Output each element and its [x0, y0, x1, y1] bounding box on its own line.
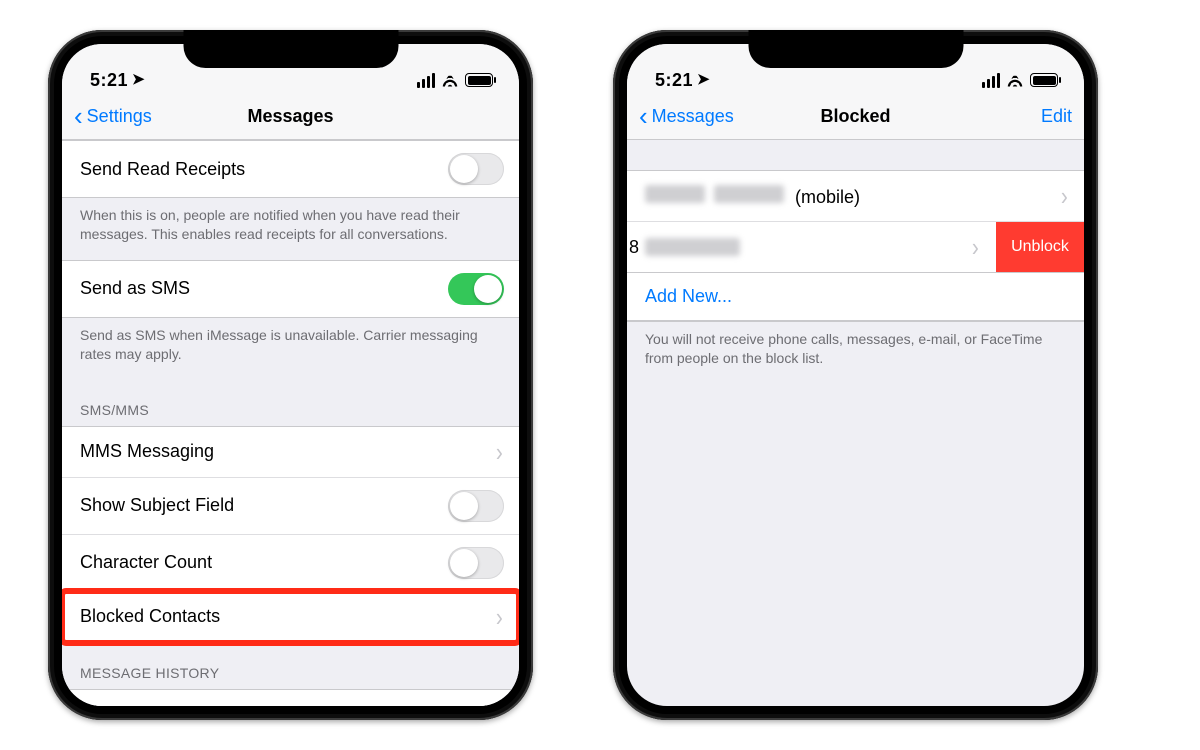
row-label: Show Subject Field	[80, 495, 448, 516]
blocked-footer: You will not receive phone calls, messag…	[627, 321, 1084, 384]
row-blocked-contacts[interactable]: Blocked Contacts ›	[62, 591, 519, 643]
row-show-subject-field[interactable]: Show Subject Field	[62, 477, 519, 534]
back-label: Settings	[87, 106, 152, 127]
row-label: MMS Messaging	[80, 441, 495, 462]
battery-icon	[1030, 73, 1058, 87]
unblock-button[interactable]: Unblock	[996, 222, 1084, 272]
battery-icon	[465, 73, 493, 87]
section-header-history: MESSAGE HISTORY	[62, 643, 519, 689]
row-character-count[interactable]: Character Count	[62, 534, 519, 591]
chevron-right-icon: ›	[496, 439, 503, 465]
redacted	[645, 185, 705, 203]
chevron-right-icon: ›	[972, 234, 979, 260]
row-footer: Send as SMS when iMessage is unavailable…	[62, 317, 519, 380]
notch	[748, 30, 963, 68]
blocked-contact-row-swiped[interactable]: 8 › Unblock	[627, 221, 1084, 273]
chevron-left-icon: ‹	[639, 103, 648, 129]
add-new-label: Add New...	[645, 286, 1069, 307]
row-label: Character Count	[80, 552, 448, 573]
toggle-subject-field[interactable]	[448, 490, 504, 522]
location-icon: ➤	[132, 70, 145, 88]
add-new-row[interactable]: Add New...	[627, 273, 1084, 321]
toggle-send-sms[interactable]	[448, 273, 504, 305]
row-label: Keep Messages	[80, 704, 429, 706]
chevron-right-icon: ›	[1061, 183, 1068, 209]
phone-left: 5:21 ➤ ‹ Settings Messages Send Re	[48, 30, 533, 720]
contact-suffix: (mobile)	[795, 187, 860, 207]
row-keep-messages[interactable]: Keep Messages Forever ›	[62, 689, 519, 706]
status-time-text: 5:21	[90, 70, 128, 91]
edit-button[interactable]: Edit	[1041, 106, 1072, 127]
section-header-sms: SMS/MMS	[62, 380, 519, 426]
cellular-icon	[982, 73, 1000, 88]
nav-bar: ‹ Settings Messages	[62, 94, 519, 140]
redacted	[714, 185, 784, 203]
row-footer: When this is on, people are notified whe…	[62, 197, 519, 260]
redacted	[645, 238, 740, 256]
row-mms-messaging[interactable]: MMS Messaging ›	[62, 426, 519, 477]
toggle-character-count[interactable]	[448, 547, 504, 579]
screen-messages-settings: 5:21 ➤ ‹ Settings Messages Send Re	[62, 44, 519, 706]
back-label: Messages	[652, 106, 734, 127]
chevron-right-icon: ›	[496, 604, 503, 630]
blocked-contact-name: 8	[627, 237, 971, 258]
status-time: 5:21 ➤	[655, 70, 710, 91]
row-send-read-receipts[interactable]: Send Read Receipts	[62, 140, 519, 197]
status-time: 5:21 ➤	[90, 70, 145, 91]
notch	[183, 30, 398, 68]
back-button[interactable]: ‹ Messages	[639, 104, 734, 130]
chevron-left-icon: ‹	[74, 103, 83, 129]
row-label: Send as SMS	[80, 278, 448, 299]
leading-digit: 8	[629, 237, 639, 258]
blocked-contact-row[interactable]: (mobile) ›	[627, 170, 1084, 221]
wifi-icon	[1006, 74, 1024, 87]
toggle-read-receipts[interactable]	[448, 153, 504, 185]
nav-bar: ‹ Messages Blocked Edit	[627, 94, 1084, 140]
blocked-contact-name: (mobile)	[645, 185, 1060, 208]
status-time-text: 5:21	[655, 70, 693, 91]
cellular-icon	[417, 73, 435, 88]
row-label: Send Read Receipts	[80, 159, 448, 180]
chevron-right-icon: ›	[496, 702, 503, 706]
phone-right: 5:21 ➤ ‹ Messages Blocked Edit	[613, 30, 1098, 720]
row-send-as-sms[interactable]: Send as SMS	[62, 260, 519, 317]
wifi-icon	[441, 74, 459, 87]
row-label: Blocked Contacts	[80, 606, 495, 627]
back-button[interactable]: ‹ Settings	[74, 104, 152, 130]
location-icon: ➤	[697, 70, 710, 88]
screen-blocked-list: 5:21 ➤ ‹ Messages Blocked Edit	[627, 44, 1084, 706]
row-detail: Forever	[429, 705, 488, 706]
